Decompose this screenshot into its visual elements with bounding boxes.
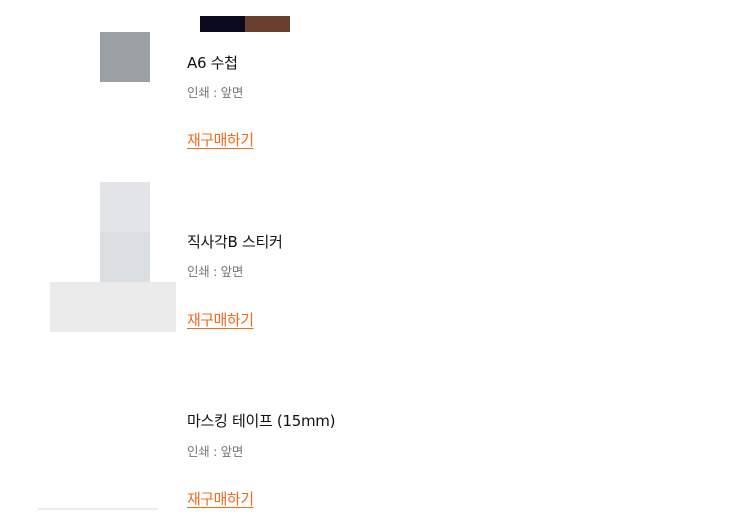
product-option: 인쇄 : 앞면 — [187, 264, 244, 279]
product-thumbnail-part — [100, 232, 150, 282]
reorder-link[interactable]: 재구매하기 — [187, 488, 254, 509]
product-name: 직사각B 스티커 — [187, 233, 283, 251]
product-name: A6 수첩 — [187, 54, 238, 72]
product-option: 인쇄 : 앞면 — [187, 85, 244, 100]
product-thumbnail[interactable] — [100, 182, 150, 232]
reorder-link[interactable]: 재구매하기 — [187, 309, 254, 330]
product-name: 마스킹 테이프 (15mm) — [187, 412, 336, 430]
product-option: 인쇄 : 앞면 — [187, 444, 244, 459]
product-thumbnail[interactable] — [38, 508, 158, 510]
product-thumbnail-part — [50, 282, 176, 332]
product-thumbnail[interactable] — [100, 32, 150, 82]
swatch-brown — [245, 16, 290, 32]
top-product-swatch — [200, 16, 290, 32]
swatch-dark — [200, 16, 245, 32]
reorder-link[interactable]: 재구매하기 — [187, 129, 254, 150]
